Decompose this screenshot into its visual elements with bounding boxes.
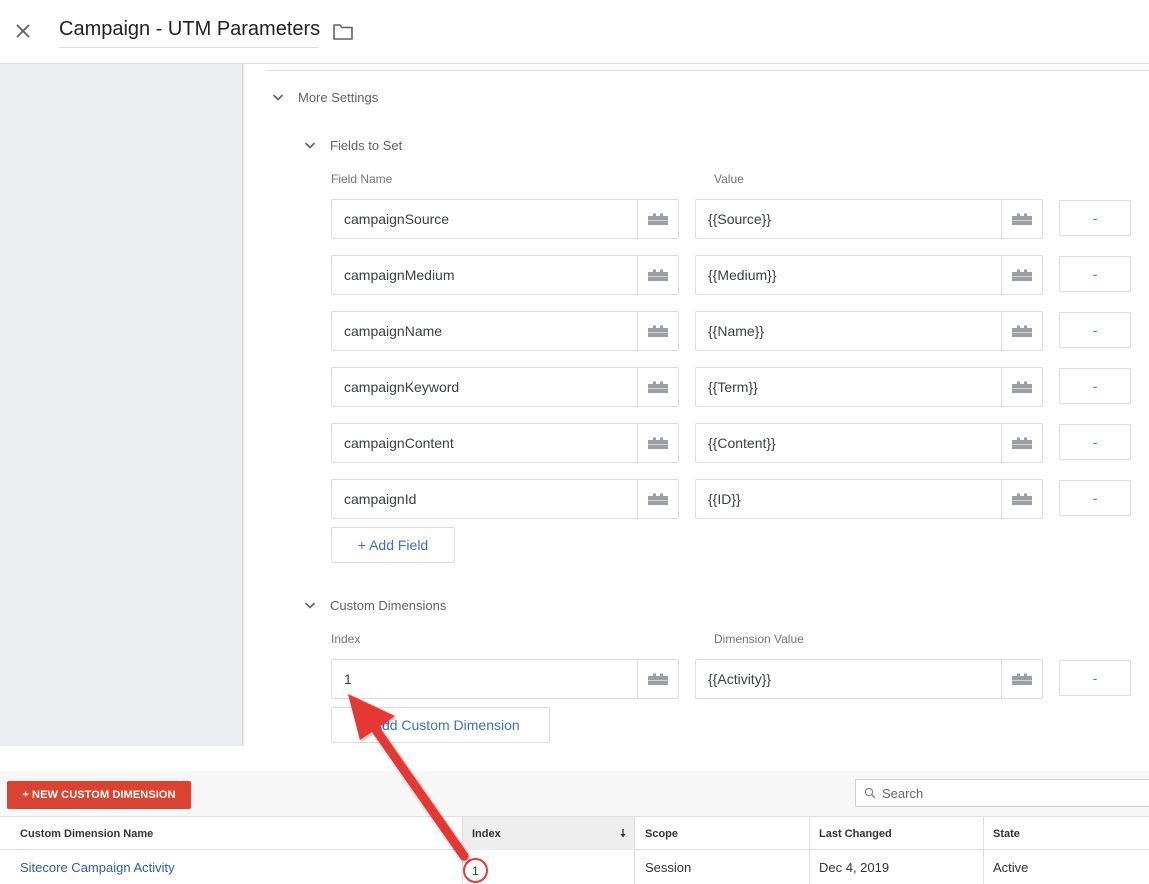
field-row-remove-button[interactable]: - (1059, 424, 1131, 460)
variable-picker-icon[interactable] (637, 368, 678, 406)
field-row-value-input[interactable]: {{Name}} (695, 311, 1043, 351)
panel-shadow (243, 64, 246, 746)
field-row-name-input[interactable]: campaignMedium (331, 255, 679, 295)
custom-dimensions-label: Custom Dimensions (330, 597, 447, 613)
variable-picker-icon[interactable] (637, 424, 678, 462)
index-cell: 1 (472, 863, 479, 878)
dimension-name-link[interactable]: Sitecore Campaign Activity (20, 860, 175, 875)
input-text: {{Activity}} (708, 671, 772, 687)
field-row-remove-button[interactable]: - (1059, 480, 1131, 516)
input-text: {{ID}} (708, 491, 741, 507)
editor-header: Campaign - UTM Parameters (0, 0, 1149, 64)
field-row-name-input[interactable]: campaignName (331, 311, 679, 351)
field-row-name-input[interactable]: campaignContent (331, 423, 679, 463)
add-field-button[interactable]: + Add Field (331, 527, 455, 563)
search-icon (864, 787, 876, 799)
input-text: campaignKeyword (344, 379, 460, 395)
input-text: 1 (344, 671, 352, 687)
variable-picker-icon[interactable] (637, 256, 678, 294)
field-row-name-input[interactable]: campaignKeyword (331, 367, 679, 407)
dimension-name-cell: Sitecore Campaign Activity (0, 851, 462, 884)
field-row-name-input[interactable]: campaignId (331, 479, 679, 519)
fields-to-set-label: Fields to Set (330, 137, 403, 153)
value-header: Value (714, 172, 744, 186)
dimension-value-header: Dimension Value (714, 632, 804, 646)
field-row-name-input[interactable]: campaignSource (331, 199, 679, 239)
variable-picker-icon[interactable] (1001, 424, 1042, 462)
index-header: Index (331, 632, 361, 646)
left-side-panel (0, 64, 243, 746)
column-header-last-changed[interactable]: Last Changed (809, 817, 983, 850)
variable-picker-icon[interactable] (1001, 368, 1042, 406)
divider (265, 70, 1149, 71)
field-row-value-input[interactable]: {{ID}} (695, 479, 1043, 519)
search-input[interactable] (882, 785, 1132, 801)
input-text: {{Medium}} (708, 267, 777, 283)
dimension-row-name-input[interactable]: 1 (331, 659, 679, 699)
column-header-scope[interactable]: Scope (634, 817, 809, 850)
close-icon[interactable] (12, 20, 34, 42)
dimension-row-remove-button[interactable]: - (1059, 660, 1131, 696)
column-header-state[interactable]: State (983, 817, 1149, 850)
state-cell: Active (993, 860, 1029, 875)
field-row-value-input[interactable]: {{Term}} (695, 367, 1043, 407)
custom-dimensions-toggle[interactable]: Custom Dimensions (302, 597, 446, 613)
field-row-value-input[interactable]: {{Source}} (695, 199, 1043, 239)
input-text: {{Source}} (708, 211, 772, 227)
chevron-down-icon (272, 94, 284, 101)
input-text: campaignMedium (344, 267, 455, 283)
field-row-remove-button[interactable]: - (1059, 200, 1131, 236)
variable-picker-icon[interactable] (637, 480, 678, 518)
input-text: {{Name}} (708, 323, 765, 339)
folder-icon[interactable] (332, 22, 354, 42)
scope-cell: Session (645, 860, 692, 875)
column-header-name[interactable]: Custom Dimension Name (0, 817, 462, 850)
fields-to-set-toggle[interactable]: Fields to Set (302, 137, 402, 153)
field-row-remove-button[interactable]: - (1059, 256, 1131, 292)
more-settings-toggle[interactable]: More Settings (270, 89, 378, 105)
new-custom-dimension-button[interactable]: + NEW CUSTOM DIMENSION (7, 781, 191, 809)
last-changed-cell: Dec 4, 2019 (819, 860, 890, 875)
variable-picker-icon[interactable] (637, 312, 678, 350)
variable-picker-icon[interactable] (1001, 660, 1042, 698)
column-header-index[interactable]: Index (462, 817, 634, 850)
input-text: campaignContent (344, 435, 454, 451)
search-box (855, 779, 1149, 807)
index-cell-highlight: 1 (463, 858, 488, 883)
input-text: {{Content}} (708, 435, 776, 451)
variable-picker-icon[interactable] (1001, 480, 1042, 518)
field-row-remove-button[interactable]: - (1059, 312, 1131, 348)
variable-picker-icon[interactable] (637, 200, 678, 238)
dimension-row-value-input[interactable]: {{Activity}} (695, 659, 1043, 699)
add-custom-dimension-button[interactable]: + Add Custom Dimension (331, 707, 550, 743)
chevron-down-icon (304, 602, 316, 609)
input-text: {{Term}} (708, 379, 758, 395)
input-text: campaignId (344, 491, 417, 507)
tag-title[interactable]: Campaign - UTM Parameters (59, 18, 320, 48)
variable-picker-icon[interactable] (1001, 312, 1042, 350)
table-header: Custom Dimension Name Index Scope Last C… (0, 817, 1149, 850)
column-header-index-label: Index (472, 827, 501, 840)
variable-picker-icon[interactable] (637, 660, 678, 698)
more-settings-label: More Settings (298, 89, 379, 105)
field-row-remove-button[interactable]: - (1059, 368, 1131, 404)
field-row-value-input[interactable]: {{Medium}} (695, 255, 1043, 295)
field-row-value-input[interactable]: {{Content}} (695, 423, 1043, 463)
sort-desc-icon (620, 829, 626, 838)
input-text: campaignSource (344, 211, 450, 227)
table-row: Sitecore Campaign Activity Session Dec 4… (0, 851, 1149, 884)
variable-picker-icon[interactable] (1001, 200, 1042, 238)
field-name-header: Field Name (331, 172, 393, 186)
variable-picker-icon[interactable] (1001, 256, 1042, 294)
chevron-down-icon (304, 142, 316, 149)
input-text: campaignName (344, 323, 443, 339)
